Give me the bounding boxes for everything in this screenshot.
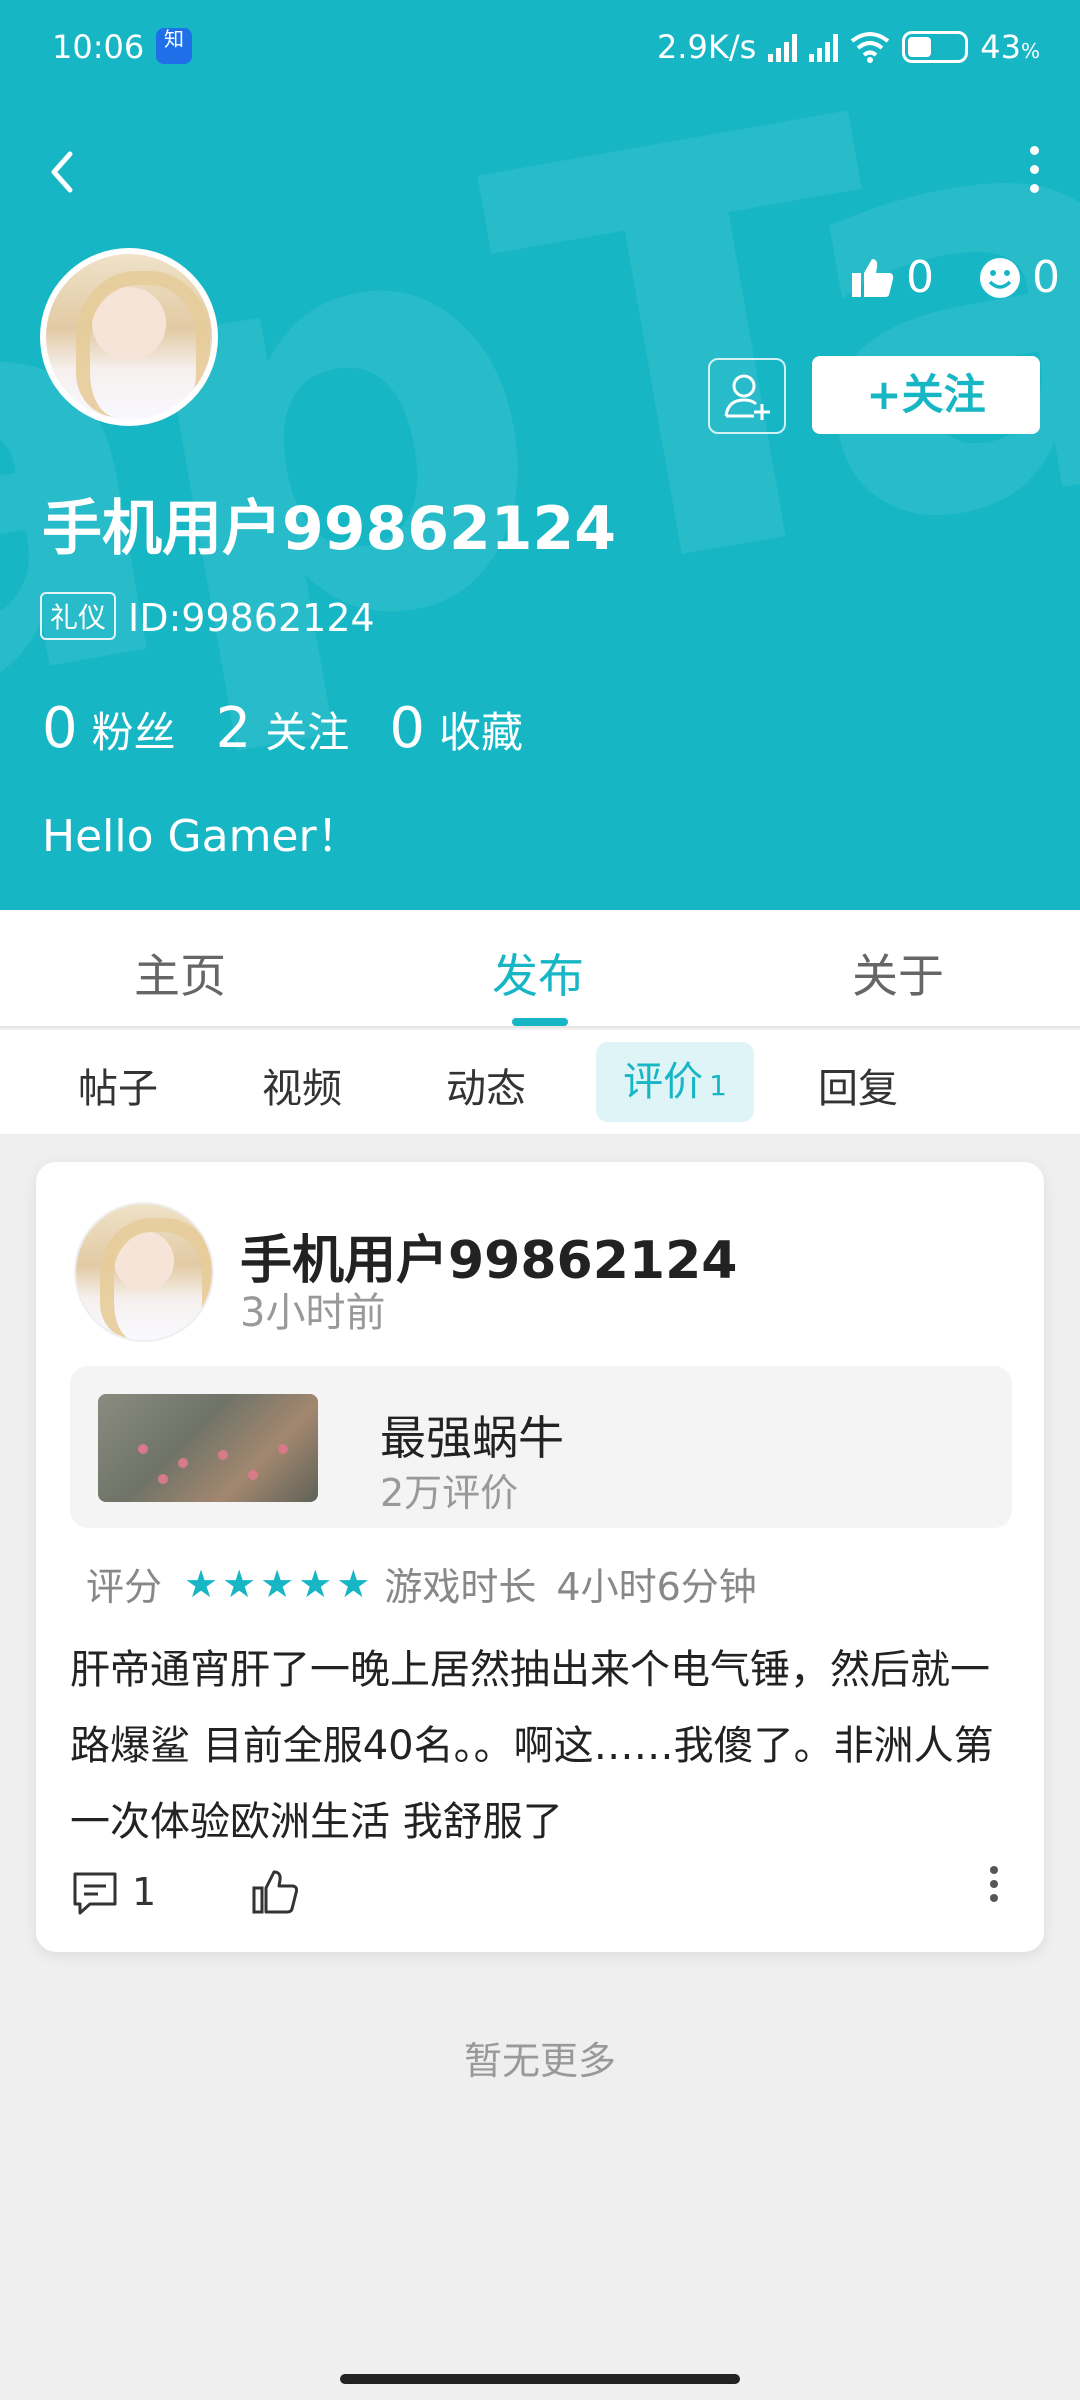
status-right: 2.9K/s 43%: [657, 28, 1040, 66]
rating-row: 评分 ★ ★ ★ ★ ★ 游戏时长 4小时6分钟: [86, 1556, 757, 1611]
profile-bio: Hello Gamer！: [42, 811, 361, 862]
fans-stat[interactable]: 0 粉丝: [42, 696, 176, 761]
following-stat[interactable]: 2 关注: [216, 696, 350, 761]
subtab-replies[interactable]: 回复: [818, 1056, 898, 1114]
follow-button[interactable]: +关注: [812, 356, 1040, 434]
subtab-moments[interactable]: 动态: [446, 1056, 526, 1114]
signal-icon: [768, 32, 798, 62]
signal-icon-2: [809, 32, 839, 62]
tab-about[interactable]: 关于: [852, 940, 944, 1006]
rating-stars: ★ ★ ★ ★ ★: [184, 1565, 370, 1603]
net-speed: 2.9K/s: [656, 28, 757, 66]
likes-count: 0: [906, 252, 934, 303]
favorites-stat[interactable]: 0 收藏: [389, 696, 523, 761]
game-link[interactable]: 最强蜗牛 2万评价: [70, 1366, 1012, 1528]
subtab-videos[interactable]: 视频: [262, 1056, 342, 1114]
status-bar: 10:06 知 2.9K/s 43%: [0, 0, 1080, 96]
home-indicator[interactable]: [340, 2374, 740, 2384]
comment-count: 1: [132, 1870, 157, 1914]
review-time: 3小时前: [240, 1290, 386, 1336]
battery-fill: [908, 37, 932, 57]
smiley-icon: [980, 257, 1020, 298]
follow-stats: 0 粉丝 2 关注 0 收藏: [42, 696, 523, 761]
review-card[interactable]: 手机用户99862124 3小时前 最强蜗牛 2万评价 评分 ★ ★ ★ ★ ★…: [36, 1162, 1044, 1952]
comment-icon[interactable]: [70, 1868, 120, 1918]
review-text[interactable]: 肝帝通宵肝了一晚上居然抽出来个电气锤，然后就一路爆鲨 目前全服40名。。啊这………: [70, 1632, 1020, 1860]
reaction-stats: 0 0: [850, 252, 1060, 303]
review-avatar-image: [76, 1204, 212, 1340]
tab-posts[interactable]: 发布: [492, 940, 584, 1006]
review-avatar[interactable]: [76, 1204, 212, 1340]
add-friend-button[interactable]: [708, 358, 786, 434]
game-thumbnail: [98, 1394, 318, 1502]
more-menu-icon[interactable]: [1024, 146, 1044, 196]
status-time: 10:06: [52, 28, 145, 66]
review-actions: 1: [70, 1862, 1020, 1922]
playtime-label: 游戏时长: [384, 1565, 537, 1609]
rating-label: 评分: [86, 1565, 163, 1609]
notification-app-icon: 知: [156, 28, 192, 64]
sub-tabs: 帖子 视频 动态 评价 1 回复: [0, 1030, 1080, 1134]
game-name: 最强蜗牛: [380, 1411, 564, 1465]
subtab-threads[interactable]: 帖子: [78, 1056, 158, 1114]
tab-home[interactable]: 主页: [134, 940, 226, 1006]
subtab-reviews[interactable]: 评价 1: [596, 1042, 754, 1122]
star-icon: ★: [260, 1561, 295, 1606]
star-icon: ★: [222, 1561, 257, 1606]
emote-count: 0: [1032, 252, 1060, 303]
game-review-count: 2万评价: [380, 1471, 519, 1515]
etiquette-badge[interactable]: 礼仪: [40, 592, 117, 640]
back-arrow-icon[interactable]: [40, 140, 84, 204]
star-icon: ★: [184, 1561, 219, 1606]
no-more-text: 暂无更多: [463, 2039, 616, 2083]
profile-avatar[interactable]: [40, 248, 218, 426]
playtime-value: 4小时6分钟: [556, 1565, 757, 1609]
battery-icon: [902, 31, 969, 63]
review-more-icon[interactable]: [990, 1866, 1000, 1908]
thumbs-up-icon: [852, 258, 894, 297]
profile-username: 手机用户99862124: [42, 494, 616, 564]
main-tabs: 主页 发布 关于: [0, 910, 1080, 1028]
star-icon: ★: [336, 1561, 371, 1606]
battery-percent: 43%: [980, 28, 1040, 66]
profile-header: apTa 10:06 知 2.9K/s 43% 0 0 +关注 手机用户9986…: [0, 0, 1080, 910]
avatar-image: [46, 254, 212, 420]
thumbs-up-icon[interactable]: [250, 1866, 300, 1916]
star-icon: ★: [298, 1561, 333, 1606]
wifi-icon: [851, 32, 890, 63]
user-id: ID:99862124: [128, 596, 375, 640]
emote-stat: 0: [978, 252, 1060, 303]
tab-indicator: [512, 1018, 568, 1026]
add-user-icon: [724, 374, 770, 420]
likes-stat: 0: [850, 252, 934, 303]
